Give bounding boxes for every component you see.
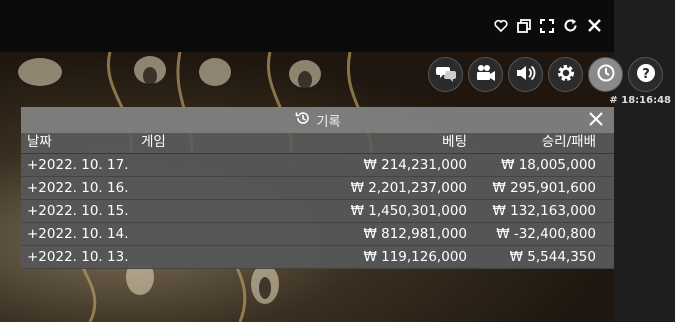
refresh-icon[interactable] (563, 18, 578, 33)
history-panel: 기록 날짜 게임 베팅 승리/패배 +2022. 10. 17. ₩ 214,2… (21, 107, 614, 269)
volume-button[interactable] (508, 57, 543, 92)
history-button[interactable] (588, 57, 623, 92)
chat-button[interactable] (428, 57, 463, 92)
svg-text:?: ? (642, 67, 650, 82)
help-button[interactable]: ? (628, 57, 663, 92)
row-bet: ₩ 1,450,301,000 (350, 203, 467, 219)
camera-button[interactable] (468, 57, 503, 92)
row-winloss: ₩ 132,163,000 (492, 203, 596, 219)
row-winloss: ₩ 295,901,600 (492, 180, 596, 196)
row-bet: ₩ 812,981,000 (363, 226, 467, 242)
column-game: 게임 (141, 134, 166, 150)
row-date[interactable]: +2022. 10. 14. (27, 223, 128, 245)
volume-icon (516, 64, 536, 86)
table-row[interactable]: +2022. 10. 15. ₩ 1,450,301,000 ₩ 132,163… (21, 200, 614, 223)
camera-icon (476, 64, 496, 86)
history-icon (295, 110, 311, 130)
fullscreen-icon[interactable] (540, 18, 554, 33)
settings-icon (556, 63, 576, 87)
close-icon[interactable] (588, 111, 604, 131)
row-bet: ₩ 214,231,000 (363, 157, 467, 173)
clock: # 18:16:48 (609, 95, 671, 106)
settings-button[interactable] (548, 57, 583, 92)
row-winloss: ₩ -32,400,800 (496, 226, 596, 242)
table-row[interactable]: +2022. 10. 17. ₩ 214,231,000 ₩ 18,005,00… (21, 154, 614, 177)
row-date[interactable]: +2022. 10. 16. (27, 177, 128, 199)
row-bet: ₩ 2,201,237,000 (350, 180, 467, 196)
side-strip (614, 0, 675, 322)
table-row[interactable]: +2022. 10. 13. ₩ 119,126,000 ₩ 5,544,350 (21, 246, 614, 269)
table-header: 날짜 게임 베팅 승리/패배 (21, 133, 614, 154)
history-title: 기록 (316, 114, 341, 130)
row-winloss: ₩ 5,544,350 (509, 249, 596, 265)
row-date[interactable]: +2022. 10. 17. (27, 154, 128, 176)
help-icon: ? (636, 63, 656, 87)
heart-icon[interactable] (494, 19, 508, 33)
close-icon[interactable] (587, 18, 602, 33)
row-winloss: ₩ 18,005,000 (501, 157, 596, 173)
table-row[interactable]: +2022. 10. 16. ₩ 2,201,237,000 ₩ 295,901… (21, 177, 614, 200)
row-date[interactable]: +2022. 10. 13. (27, 246, 128, 268)
column-winloss: 승리/패배 (541, 134, 596, 150)
chat-icon (435, 64, 456, 86)
history-header: 기록 (21, 107, 614, 133)
row-date[interactable]: +2022. 10. 15. (27, 200, 128, 222)
history-icon (596, 63, 616, 87)
row-bet: ₩ 119,126,000 (363, 249, 467, 265)
game-toolbar: ? (428, 57, 663, 92)
column-bet: 베팅 (442, 134, 467, 150)
window-controls (494, 18, 602, 33)
restore-icon[interactable] (517, 18, 531, 33)
title-bar (0, 0, 614, 52)
column-date: 날짜 (27, 134, 52, 150)
table-row[interactable]: +2022. 10. 14. ₩ 812,981,000 ₩ -32,400,8… (21, 223, 614, 246)
